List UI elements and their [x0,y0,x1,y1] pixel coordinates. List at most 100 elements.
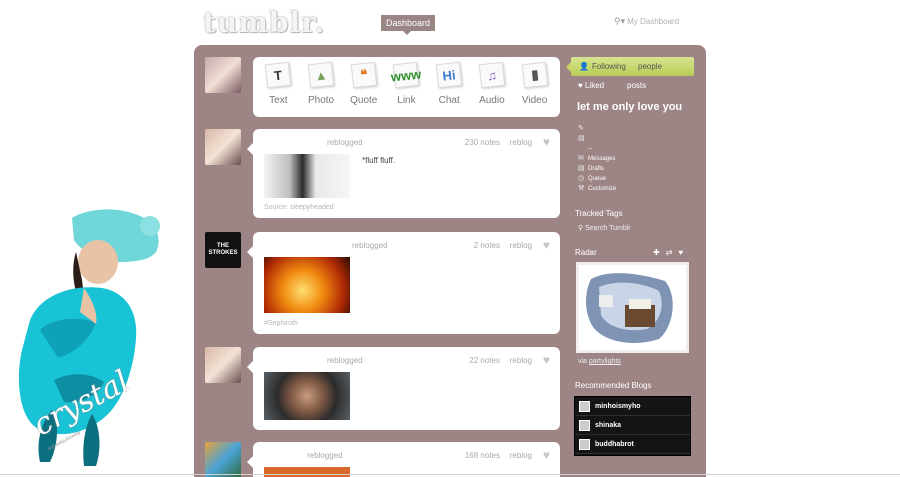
recommended-blogs: minhoismyho shinaka buddhabrot [574,396,691,456]
audio-icon: ♫ [478,61,506,89]
draft-icon: ▤ [578,165,585,172]
avatar-text: THE STROKES [208,243,238,256]
post-type-quote-button[interactable]: ❝ Quote [344,61,384,117]
tumblr-dashboard-page: tumblr. Dashboard ⚲▾ My Dashboard crystal… [0,0,900,477]
like-heart-icon[interactable]: ♥ [543,448,550,462]
post-card: reblogged 168 notes reblog ♥ [247,442,560,477]
video-icon: ▮ [521,61,548,89]
radar-credit: via partylights [578,358,621,365]
recommended-heading: Recommended Blogs [575,381,652,390]
page-divider [0,474,900,475]
sidebar-link-label: -- [588,146,592,152]
post-type-label: Photo [307,95,335,106]
search-dashboard-label: My Dashboard [627,17,680,26]
quote-icon: ❝ [350,61,377,89]
search-icon: ⚲▾ [614,16,626,26]
blog-name: buddhabrot [595,440,634,448]
post-type-label: Audio [479,95,505,106]
following-label: Following [591,62,626,71]
post-type-label: Chat [438,95,460,106]
liked-label: Liked [584,81,605,90]
sidebar-link[interactable]: ⚒ Customize [578,184,616,194]
user-avatar[interactable] [205,57,241,93]
recommended-blog-item[interactable]: buddhabrot [575,435,690,454]
mail-icon: ✉ [578,155,584,162]
post-type-video-button[interactable]: ▮ Video [515,61,555,117]
post-notes[interactable]: 22 notes [469,356,500,365]
post-tag[interactable]: #Sephiroth [264,320,298,327]
sidebar-link-label: Drafts [588,166,605,172]
post-photo[interactable] [264,257,350,313]
search-dashboard-link[interactable]: ⚲▾ My Dashboard [614,16,679,27]
post-notes[interactable]: 2 notes [474,241,500,250]
blog-name: shinaka [595,421,622,429]
search-icon: ⚲ [578,225,584,232]
reblog-icon[interactable]: ⇄ [666,248,679,257]
clock-icon: ◷ [578,175,585,182]
chat-icon: Hi [435,61,463,89]
post-action: reblogged [307,451,343,460]
post-type-text-button[interactable]: T Text [258,61,298,117]
post-photo[interactable] [264,467,350,477]
radar-image[interactable] [576,262,689,353]
post-avatar[interactable] [205,347,241,383]
radar-photo [586,273,673,343]
liked-count: posts [627,81,647,90]
post-action: reblogged [327,356,363,365]
post-type-chat-button[interactable]: Hi Chat [429,61,469,117]
reblog-button[interactable]: reblog [510,356,532,365]
tumblr-logo[interactable]: tumblr. [203,6,325,39]
tracked-tags-heading: Tracked Tags [575,209,623,218]
sidebar-link-label: Queue [588,176,607,182]
post-photo[interactable] [264,154,350,198]
sidebar-link[interactable]: ▤ [578,134,616,144]
like-heart-icon[interactable]: ♥ [543,238,550,252]
liked-link[interactable]: ♥ Liked posts [578,81,646,90]
post-type-bar: T Text ▲ Photo ❝ Quote www Link Hi Chat ♫ Audio ▮ Vid… [253,57,560,117]
reblog-button[interactable]: reblog [510,138,532,147]
sidebar-link[interactable]: ◷ Queue [578,174,616,184]
dashboard-tab[interactable]: Dashboard [381,15,436,35]
blog-avatar [579,419,590,431]
post-type-audio-button[interactable]: ♫ Audio [472,61,512,117]
post-type-label: Text [269,95,288,106]
reblog-button[interactable]: reblog [510,451,532,460]
post-photo[interactable] [264,372,350,420]
heart-icon[interactable]: ♥ [678,248,689,257]
sidebar-link-label: Messages [588,156,616,162]
sidebar-link[interactable]: -- [578,144,616,154]
plus-icon[interactable]: ✚ [653,248,666,257]
search-tumblr-input[interactable]: ⚲ Search Tumblr [578,224,631,232]
document-icon: ▤ [578,135,585,142]
post-card: reblogged 22 notes reblog ♥ [247,347,560,430]
post-avatar[interactable] [205,442,241,477]
following-tab[interactable]: 👤 Following people [566,57,694,76]
search-tumblr-label: Search Tumblr [585,225,631,232]
recommended-blog-item[interactable]: shinaka [575,416,690,435]
post-avatar[interactable]: THE STROKES [205,232,241,268]
post-type-photo-button[interactable]: ▲ Photo [301,61,341,117]
radar-heading: Radar [575,248,597,257]
like-heart-icon[interactable]: ♥ [543,135,550,149]
post-card: reblogged 230 notes reblog ♥ *fluff fluf… [247,129,560,218]
sidebar-link[interactable]: ✎ [578,124,616,134]
blog-title[interactable]: let me only love you [577,101,682,113]
reblog-button[interactable]: reblog [510,241,532,250]
post-notes[interactable]: 230 notes [465,138,500,147]
blog-avatar [579,438,590,450]
radar-source-link[interactable]: partylights [589,358,621,365]
post-type-link-button[interactable]: www Link [386,61,426,117]
post-action: reblogged [352,241,388,250]
text-icon: T [265,61,292,89]
sidebar-link[interactable]: ✉ Messages [578,154,616,164]
user-icon: 👤 [579,62,589,71]
sidebar-link[interactable]: ▤ Drafts [578,164,616,174]
post-avatar[interactable] [205,129,241,165]
sidebar-link-label: Customize [588,186,617,192]
like-heart-icon[interactable]: ♥ [543,353,550,367]
post-notes[interactable]: 168 notes [465,451,500,460]
post-type-label: Link [397,95,416,106]
recommended-blog-item[interactable]: minhoismyho [575,397,690,416]
post-source[interactable]: Source: sleepyheaded [264,204,334,211]
edit-icon: ✎ [578,125,584,132]
